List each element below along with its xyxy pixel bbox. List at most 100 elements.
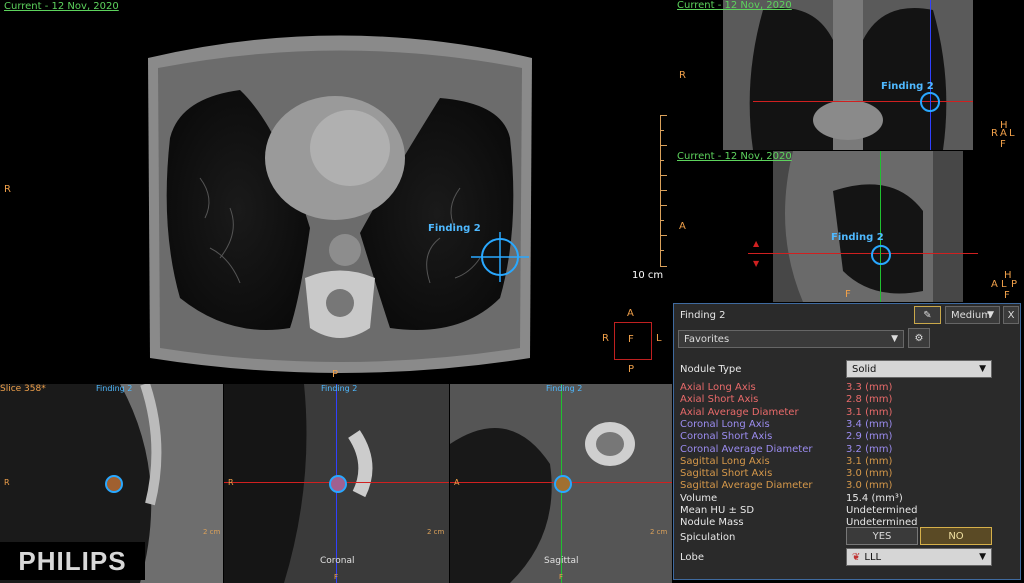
zoom-axial-scale: 2 cm bbox=[203, 528, 221, 536]
sagittal-marker-up: ▲ bbox=[753, 239, 760, 248]
cube-left: L bbox=[656, 333, 662, 344]
sagittal-crosshair-v bbox=[880, 151, 881, 302]
zoom-coronal-finding: Finding 2 bbox=[321, 384, 358, 393]
sagittal-view-header: Current - 12 Nov, 2020 bbox=[677, 151, 792, 162]
lobe-value: LLL bbox=[864, 551, 882, 563]
finding-panel: Finding 2 ✎ Medium ▼ X Favorites ▼ ⚙ Nodul… bbox=[673, 303, 1021, 580]
zoom-coronal-view[interactable]: Finding 2 P R Coronal F 2 cm bbox=[224, 384, 449, 583]
sagittal-average-diameter-label: Sagittal Average Diameter bbox=[680, 480, 813, 492]
chevron-down-icon: ▼ bbox=[987, 310, 994, 320]
axial-average-diameter-label: Axial Average Diameter bbox=[680, 406, 799, 418]
zoom-axial-view[interactable]: Slice 358* Finding 2 R 2 cm PHILIPS bbox=[0, 384, 223, 583]
coronal-cube-a: A bbox=[1000, 128, 1007, 139]
coronal-cube-f: F bbox=[1000, 139, 1006, 150]
volume-label: Volume bbox=[680, 492, 718, 504]
axial-scale-label: 10 cm bbox=[632, 270, 664, 281]
finding-crosshair[interactable] bbox=[471, 232, 531, 282]
axial-short-axis-label: Axial Short Axis bbox=[680, 394, 759, 406]
axial-ct-image bbox=[148, 35, 532, 373]
coronal-average-diameter-value: 3.2 (mm) bbox=[846, 443, 893, 455]
zoom-sagittal-view[interactable]: Finding 2 A Sagittal F 2 cm bbox=[450, 384, 672, 583]
coronal-short-axis-value: 2.9 (mm) bbox=[846, 431, 893, 443]
zoom-sagittal-orient-left: A bbox=[454, 478, 460, 487]
zoom-sagittal-marker[interactable] bbox=[554, 475, 572, 493]
zoom-axial-marker[interactable] bbox=[105, 475, 123, 493]
coronal-orient-right: R bbox=[679, 70, 686, 81]
gear-icon: ⚙ bbox=[914, 332, 924, 344]
axial-orient-posterior: P bbox=[332, 369, 339, 380]
chevron-down-icon: ▼ bbox=[979, 364, 986, 374]
axial-view-header: Current - 12 Nov, 2020 bbox=[4, 1, 119, 12]
spiculation-label: Spiculation bbox=[680, 532, 736, 543]
pencil-icon: ✎ bbox=[923, 309, 932, 321]
sagittal-view[interactable]: Current - 12 Nov, 2020 A F Finding 2 ▲ ▼… bbox=[673, 151, 1024, 302]
nodule-type-label: Nodule Type bbox=[680, 364, 742, 375]
spiculation-yes-button[interactable]: YES bbox=[846, 527, 918, 545]
zoom-coronal-marker[interactable] bbox=[329, 475, 347, 493]
zoom-axial-finding: Finding 2 bbox=[96, 384, 133, 393]
sagittal-ct-image bbox=[773, 151, 963, 302]
sagittal-cube-f: F bbox=[1004, 290, 1010, 301]
spiculation-no-button[interactable]: NO bbox=[920, 527, 992, 545]
sagittal-long-axis-value: 3.1 (mm) bbox=[846, 455, 893, 467]
chevron-down-icon: ▼ bbox=[891, 334, 898, 344]
coronal-view-header: Current - 12 Nov, 2020 bbox=[677, 0, 792, 11]
axial-orient-right: R bbox=[4, 184, 11, 195]
axial-scale-ruler bbox=[660, 115, 667, 267]
chevron-down-icon: ▼ bbox=[979, 552, 986, 562]
favorites-value: Favorites bbox=[684, 333, 730, 345]
favorites-select[interactable]: Favorites ▼ bbox=[678, 330, 904, 348]
axial-long-axis-label: Axial Long Axis bbox=[680, 382, 756, 393]
mean-hu-sd-value: Undetermined bbox=[846, 505, 918, 516]
favorites-settings-button[interactable]: ⚙ bbox=[908, 328, 930, 348]
zoom-coronal-scale: 2 cm bbox=[427, 528, 445, 536]
sagittal-cube-a: A bbox=[991, 279, 998, 290]
axial-short-axis-value: 2.8 (mm) bbox=[846, 394, 893, 406]
axial-average-diameter-value: 3.1 (mm) bbox=[846, 406, 893, 418]
mean-hu-sd-label: Mean HU ± SD bbox=[680, 505, 755, 516]
coronal-cube-l: L bbox=[1009, 128, 1015, 139]
cube-posterior: P bbox=[628, 364, 635, 375]
coronal-crosshair-h bbox=[753, 101, 973, 102]
zoom-sagittal-finding: Finding 2 bbox=[546, 384, 583, 393]
axial-main-view[interactable]: Current - 12 Nov, 2020 R P Finding 2 10 … bbox=[0, 0, 672, 383]
sagittal-long-axis-label: Sagittal Long Axis bbox=[680, 455, 770, 467]
coronal-finding-label: Finding 2 bbox=[881, 81, 934, 92]
zoom-coronal-orient-left: R bbox=[228, 478, 234, 487]
zoom-sagittal-orient-bottom: F bbox=[559, 573, 564, 581]
coronal-cube-r: R bbox=[991, 128, 998, 139]
coronal-nodule-marker[interactable] bbox=[920, 92, 940, 112]
coronal-average-diameter-label: Coronal Average Diameter bbox=[680, 443, 813, 455]
sagittal-short-axis-label: Sagittal Short Axis bbox=[680, 468, 773, 480]
size-select[interactable]: Medium ▼ bbox=[945, 306, 1000, 324]
finding-panel-title: Finding 2 bbox=[680, 310, 726, 321]
cube-right: R bbox=[602, 333, 609, 344]
coronal-short-axis-label: Coronal Short Axis bbox=[680, 431, 773, 443]
zoom-slice-number: Slice 358* bbox=[0, 384, 46, 394]
lung-icon: ❦ bbox=[852, 551, 861, 563]
annotate-tool-button[interactable]: ✎ bbox=[914, 306, 941, 324]
coronal-long-axis-label: Coronal Long Axis bbox=[680, 418, 770, 430]
sagittal-marker-down: ▼ bbox=[753, 259, 760, 268]
cube-foot: F bbox=[628, 334, 634, 345]
lobe-select[interactable]: ❦ LLL ▼ bbox=[846, 548, 992, 566]
coronal-ct-image bbox=[723, 0, 973, 150]
close-button[interactable]: X bbox=[1003, 306, 1019, 324]
sagittal-crosshair-h bbox=[748, 253, 978, 254]
sagittal-cube-l: L bbox=[1001, 279, 1007, 290]
zoom-sagittal-label: Sagittal bbox=[544, 556, 579, 566]
coronal-crosshair-v bbox=[930, 0, 931, 150]
sagittal-short-axis-value: 3.0 (mm) bbox=[846, 468, 893, 480]
sagittal-finding-label: Finding 2 bbox=[831, 232, 884, 243]
cube-anterior: A bbox=[627, 308, 634, 319]
volume-value: 15.4 (mm³) bbox=[846, 492, 903, 504]
sagittal-cube-p: P bbox=[1011, 279, 1018, 290]
nodule-type-select[interactable]: Solid ▼ bbox=[846, 360, 992, 378]
orientation-cube[interactable]: A R F L P bbox=[598, 308, 668, 376]
nodule-mass-label: Nodule Mass bbox=[680, 517, 744, 529]
zoom-coronal-orient-bottom: F bbox=[334, 573, 339, 581]
coronal-view[interactable]: Current - 12 Nov, 2020 R Finding 2 H R A… bbox=[673, 0, 1024, 150]
sagittal-nodule-marker[interactable] bbox=[871, 245, 891, 265]
sagittal-average-diameter-value: 3.0 (mm) bbox=[846, 480, 893, 492]
nodule-type-value: Solid bbox=[852, 363, 877, 375]
